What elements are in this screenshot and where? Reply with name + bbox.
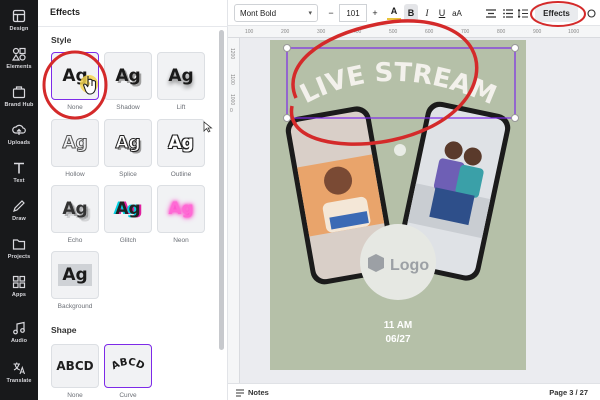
design-icon (12, 9, 26, 22)
ruler-left: 1200 1100 1000 0 (228, 38, 240, 383)
event-date: 06/27 (385, 334, 410, 345)
rail-label: Uploads (7, 139, 31, 146)
annotation-circle-headline (289, 19, 479, 146)
rail-item-text[interactable]: Text (0, 152, 38, 192)
spacing-icon (518, 8, 528, 18)
notes-button[interactable]: Notes (248, 388, 269, 397)
projects-icon (12, 238, 26, 250)
bottom-bar: Notes Page 3 / 27 (228, 383, 600, 400)
style-tile-glitch[interactable]: Ag (104, 185, 152, 233)
text-icon (14, 162, 24, 173)
curve-sample: ABCD (110, 357, 146, 372)
style-sample: Ag (115, 66, 141, 86)
style-heading: Style (51, 35, 72, 45)
style-tile-echo[interactable]: Ag (51, 185, 99, 233)
draw-icon (13, 199, 25, 212)
rail-label: Text (13, 177, 25, 184)
resize-handle[interactable] (511, 114, 519, 122)
style-tile-lift[interactable]: Ag (157, 52, 205, 100)
shape-label: None (67, 392, 83, 399)
rail-label: Audio (10, 337, 28, 344)
rail-item-uploads[interactable]: Uploads (0, 114, 38, 154)
style-sample: Ag (168, 199, 194, 219)
shape-label: Curve (119, 392, 137, 399)
rail-item-projects[interactable]: Projects (0, 228, 38, 268)
style-sample: Ag (115, 133, 141, 154)
style-label: Lift (176, 104, 186, 111)
translate-icon (13, 362, 26, 374)
panel-title: Effects (50, 7, 81, 17)
rail-item-elements[interactable]: Elements (0, 38, 38, 78)
panel-scrollbar[interactable] (219, 30, 224, 350)
shape-sample: ABCD (56, 359, 94, 373)
style-tile-background[interactable]: Ag (51, 251, 99, 299)
annotation-circle-effects (530, 1, 586, 27)
ruler-tick: 100 (245, 29, 254, 35)
rail-item-brand-hub[interactable]: Brand Hub (0, 76, 38, 116)
ruler-tick: 0 (230, 108, 233, 114)
style-tile-outline[interactable]: Ag (157, 119, 205, 167)
audio-icon (13, 321, 25, 334)
style-label: Glitch (119, 237, 137, 244)
style-sample: Ag (62, 199, 88, 219)
pointer-icon (203, 121, 213, 133)
style-sample: Ag (168, 133, 194, 153)
shape-tile-curve[interactable]: ABCD (104, 344, 152, 388)
hand-cursor-icon (80, 75, 98, 95)
logo-text: Logo (390, 257, 429, 274)
notes-icon (236, 389, 244, 397)
brand-hub-icon (12, 85, 26, 98)
rail-label: Elements (6, 63, 32, 70)
style-sample: Ag (115, 199, 141, 219)
page-count[interactable]: Page 3 / 27 (549, 388, 588, 397)
style-sample: Ag (62, 133, 88, 154)
ruler-tick: 800 (497, 29, 506, 35)
style-label: Neon (173, 237, 189, 244)
list-button[interactable] (501, 4, 515, 22)
shape-heading: Shape (51, 325, 77, 335)
shape-tile-none[interactable]: ABCD (51, 344, 99, 388)
svg-text:ABCD: ABCD (110, 357, 146, 372)
curve-sample-text: ABCD (110, 357, 146, 372)
rail-item-design[interactable]: Design (0, 0, 38, 40)
style-tile-hollow[interactable]: Ag (51, 119, 99, 167)
elements-icon (12, 47, 26, 61)
apps-icon (12, 275, 26, 288)
style-tile-neon[interactable]: Ag (157, 185, 205, 233)
style-label: Echo (67, 237, 83, 244)
rail-item-translate[interactable]: Translate (0, 352, 38, 392)
ruler-tick: 1000 (229, 94, 235, 106)
style-label: Outline (170, 171, 192, 178)
rail-label: Translate (6, 377, 32, 384)
style-sample: Ag (58, 264, 92, 286)
resize-handle[interactable] (511, 44, 519, 52)
ruler-tick: 1200 (229, 48, 235, 60)
list-icon (503, 8, 513, 18)
divider (38, 26, 228, 27)
style-tile-splice[interactable]: Ag (104, 119, 152, 167)
style-label: Splice (119, 171, 137, 178)
left-rail: Design Elements Brand Hub Uploads Text D… (0, 0, 38, 400)
event-time: 11 AM (384, 320, 413, 331)
rail-label: Design (9, 25, 29, 32)
rail-item-draw[interactable]: Draw (0, 190, 38, 230)
rail-label: Projects (7, 253, 31, 260)
rail-label: Draw (12, 215, 26, 222)
uploads-icon (12, 124, 26, 135)
font-name: Mont Bold (240, 9, 277, 18)
rail-item-audio[interactable]: Audio (0, 312, 38, 352)
rail-label: Apps (11, 291, 27, 298)
style-sample: Ag (168, 66, 194, 86)
rail-label: Brand Hub (4, 101, 34, 108)
style-label: Background (57, 303, 93, 310)
style-label: Hollow (65, 171, 85, 178)
rail-item-apps[interactable]: Apps (0, 266, 38, 306)
ruler-tick: 1100 (229, 74, 235, 85)
